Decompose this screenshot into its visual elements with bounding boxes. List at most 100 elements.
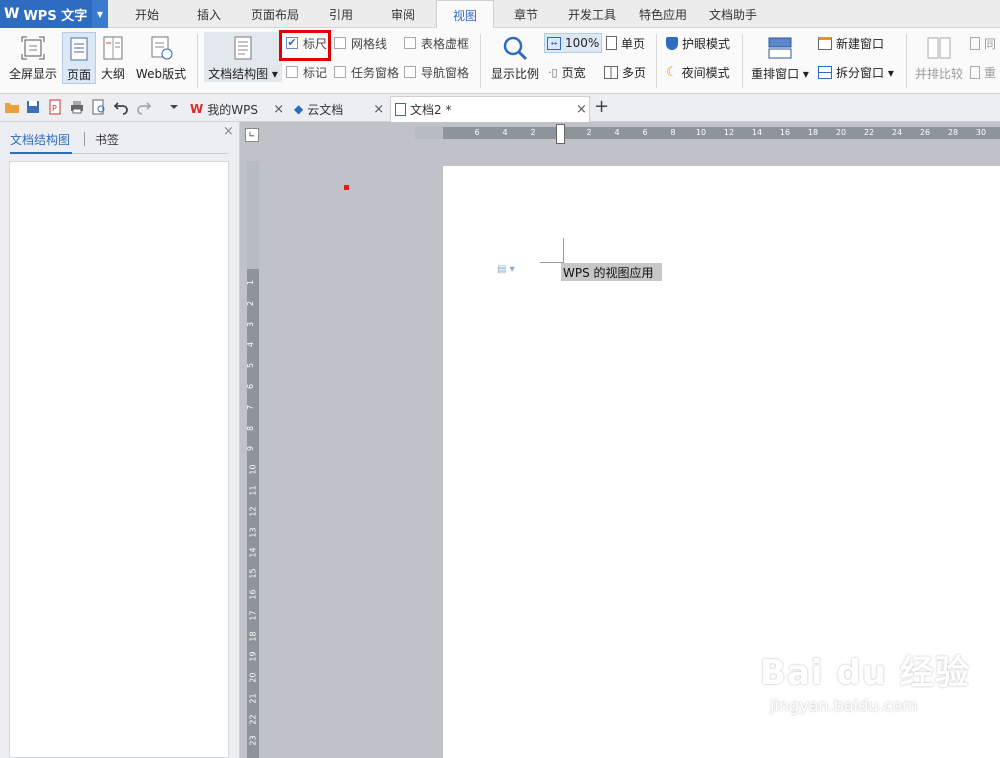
split-window-label: 拆分窗口 ▾ [836,65,894,80]
panel-tab-bookmarks[interactable]: 书签 [95,131,119,148]
eye-mode-button[interactable]: 护眼模式 [666,33,730,53]
tab-review[interactable]: 审阅 [374,0,432,28]
tab-references[interactable]: 引用 [312,0,370,28]
vruler-number: 14 [248,547,258,558]
app-name: WPS 文字 [23,8,88,24]
tab-special[interactable]: 特色应用 [630,0,696,28]
ribbon-divider [197,34,198,88]
app-dropdown-icon[interactable]: ▼ [92,0,108,28]
vruler-number: 15 [248,568,258,579]
tab-view[interactable]: 视图 [436,0,494,29]
fullscreen-button[interactable]: 全屏显示 [6,32,60,82]
panel-tab-structure[interactable]: 文档结构图 [10,131,70,148]
print-icon[interactable] [69,99,85,115]
red-marker [344,185,349,190]
sync-scroll-label: 同 [984,36,997,51]
save-icon[interactable] [25,99,41,115]
night-mode-button[interactable]: ☾ 夜间模式 [666,62,730,82]
sync-scroll-button[interactable]: 同 [970,33,996,53]
page-width-button[interactable]: ·▯ 页宽 [548,62,586,82]
redo-icon[interactable] [136,99,152,115]
tab-page-layout[interactable]: 页面布局 [242,0,308,28]
magnifier-icon [503,36,528,61]
web-layout-label: Web版式 [135,67,187,81]
hruler-number: 28 [947,128,959,137]
hruler-number: 30 [975,128,987,137]
vruler-number: 12 [248,506,258,517]
doc-map-button[interactable]: 文档结构图 ▾ [204,32,282,82]
hruler-number: 22 [863,128,875,137]
panel-close-icon[interactable]: × [223,124,234,139]
table-gridlines-label: 表格虚框 [421,36,470,51]
tab-document2[interactable]: 文档2 * × [390,96,590,122]
tab-my-wps[interactable]: W 我的WPS × [186,96,288,122]
reset-position-icon [970,65,980,79]
close-icon[interactable]: × [273,102,284,117]
table-gridlines-checkbox[interactable]: 表格虚框 [404,33,469,53]
open-folder-icon[interactable] [4,99,20,115]
hruler-number: 4 [614,128,620,137]
single-page-icon [606,36,617,50]
hruler-number: 6 [474,128,480,137]
reset-position-button[interactable]: 重 [970,62,996,82]
vruler-number: 2 [246,300,256,306]
paragraph-handle-icon[interactable]: ▤ ▾ [497,264,515,275]
tab-stop-selector[interactable]: ∟ [245,128,259,142]
panel-tab-divider [84,132,85,146]
ribbon-divider [906,34,907,88]
page-view-button[interactable]: 页面 [62,32,96,84]
ribbon-divider [742,34,743,88]
reset-position-label: 重 [984,65,997,80]
tab-insert[interactable]: 插入 [180,0,238,28]
moon-icon: ☾ [666,64,678,80]
app-menu-button[interactable]: W WPS 文字 [0,0,92,28]
zoom-button[interactable]: 显示比例 [488,32,542,82]
tab-doc-assistant[interactable]: 文档助手 [700,0,766,28]
new-window-label: 新建窗口 [836,36,885,51]
single-page-button[interactable]: 单页 [606,33,645,53]
hruler-number: 12 [723,128,735,137]
arrange-window-button[interactable]: 重排窗口 ▾ [748,32,812,82]
new-window-icon [818,36,832,50]
vruler-number: 9 [246,446,256,452]
gridlines-label: 网格线 [351,36,388,51]
zoom-100-label: 100% [565,36,600,50]
vruler-number: 18 [248,631,258,642]
marks-label: 标记 [303,65,328,80]
zoom-100-button[interactable]: ↔ 100% [544,33,602,53]
page-width-icon: ·▯ [548,65,558,79]
vruler-number: 13 [248,527,258,538]
nav-pane-label: 导航窗格 [421,65,470,80]
print-preview-icon[interactable] [91,99,107,115]
export-pdf-icon[interactable]: P [47,99,63,115]
nav-pane-checkbox[interactable]: 导航窗格 [404,62,469,82]
web-layout-button[interactable]: Web版式 [132,32,190,82]
gridlines-checkbox[interactable]: 网格线 [334,33,387,53]
new-window-button[interactable]: 新建窗口 [818,33,884,53]
task-pane-checkbox[interactable]: 任务窗格 [334,62,399,82]
new-tab-button[interactable]: + [594,96,609,117]
selected-text[interactable]: WPS 的视图应用 [561,263,662,281]
side-by-side-button[interactable]: 并排比较 [912,32,966,82]
vruler-number: 21 [248,693,258,704]
close-icon[interactable]: × [373,102,384,117]
tab-chapter[interactable]: 章节 [498,0,554,28]
outline-button[interactable]: 大纲 [97,32,129,82]
close-icon[interactable]: × [576,102,587,117]
horizontal-ruler[interactable]: 6 4 2 2 4 6 8 10 12 14 16 18 20 22 24 26 28 30 [443,127,1000,139]
split-window-icon [818,65,832,79]
undo-icon[interactable] [113,99,129,115]
indent-marker[interactable] [556,124,565,144]
tab-cloud-docs[interactable]: ◆ 云文档 × [290,96,388,122]
tab-dev-tools[interactable]: 开发工具 [558,0,626,28]
customize-dropdown-icon[interactable] [166,99,182,115]
hruler-number: 8 [670,128,676,137]
single-page-label: 单页 [621,36,646,51]
vruler-number: 4 [246,342,256,348]
split-window-button[interactable]: 拆分窗口 ▾ [818,62,894,82]
ribbon-divider [480,34,481,88]
marks-checkbox[interactable]: 标记 [286,62,327,82]
multi-page-button[interactable]: 多页 [604,62,646,82]
vruler-number: 7 [246,404,256,410]
tab-start[interactable]: 开始 [118,0,176,28]
